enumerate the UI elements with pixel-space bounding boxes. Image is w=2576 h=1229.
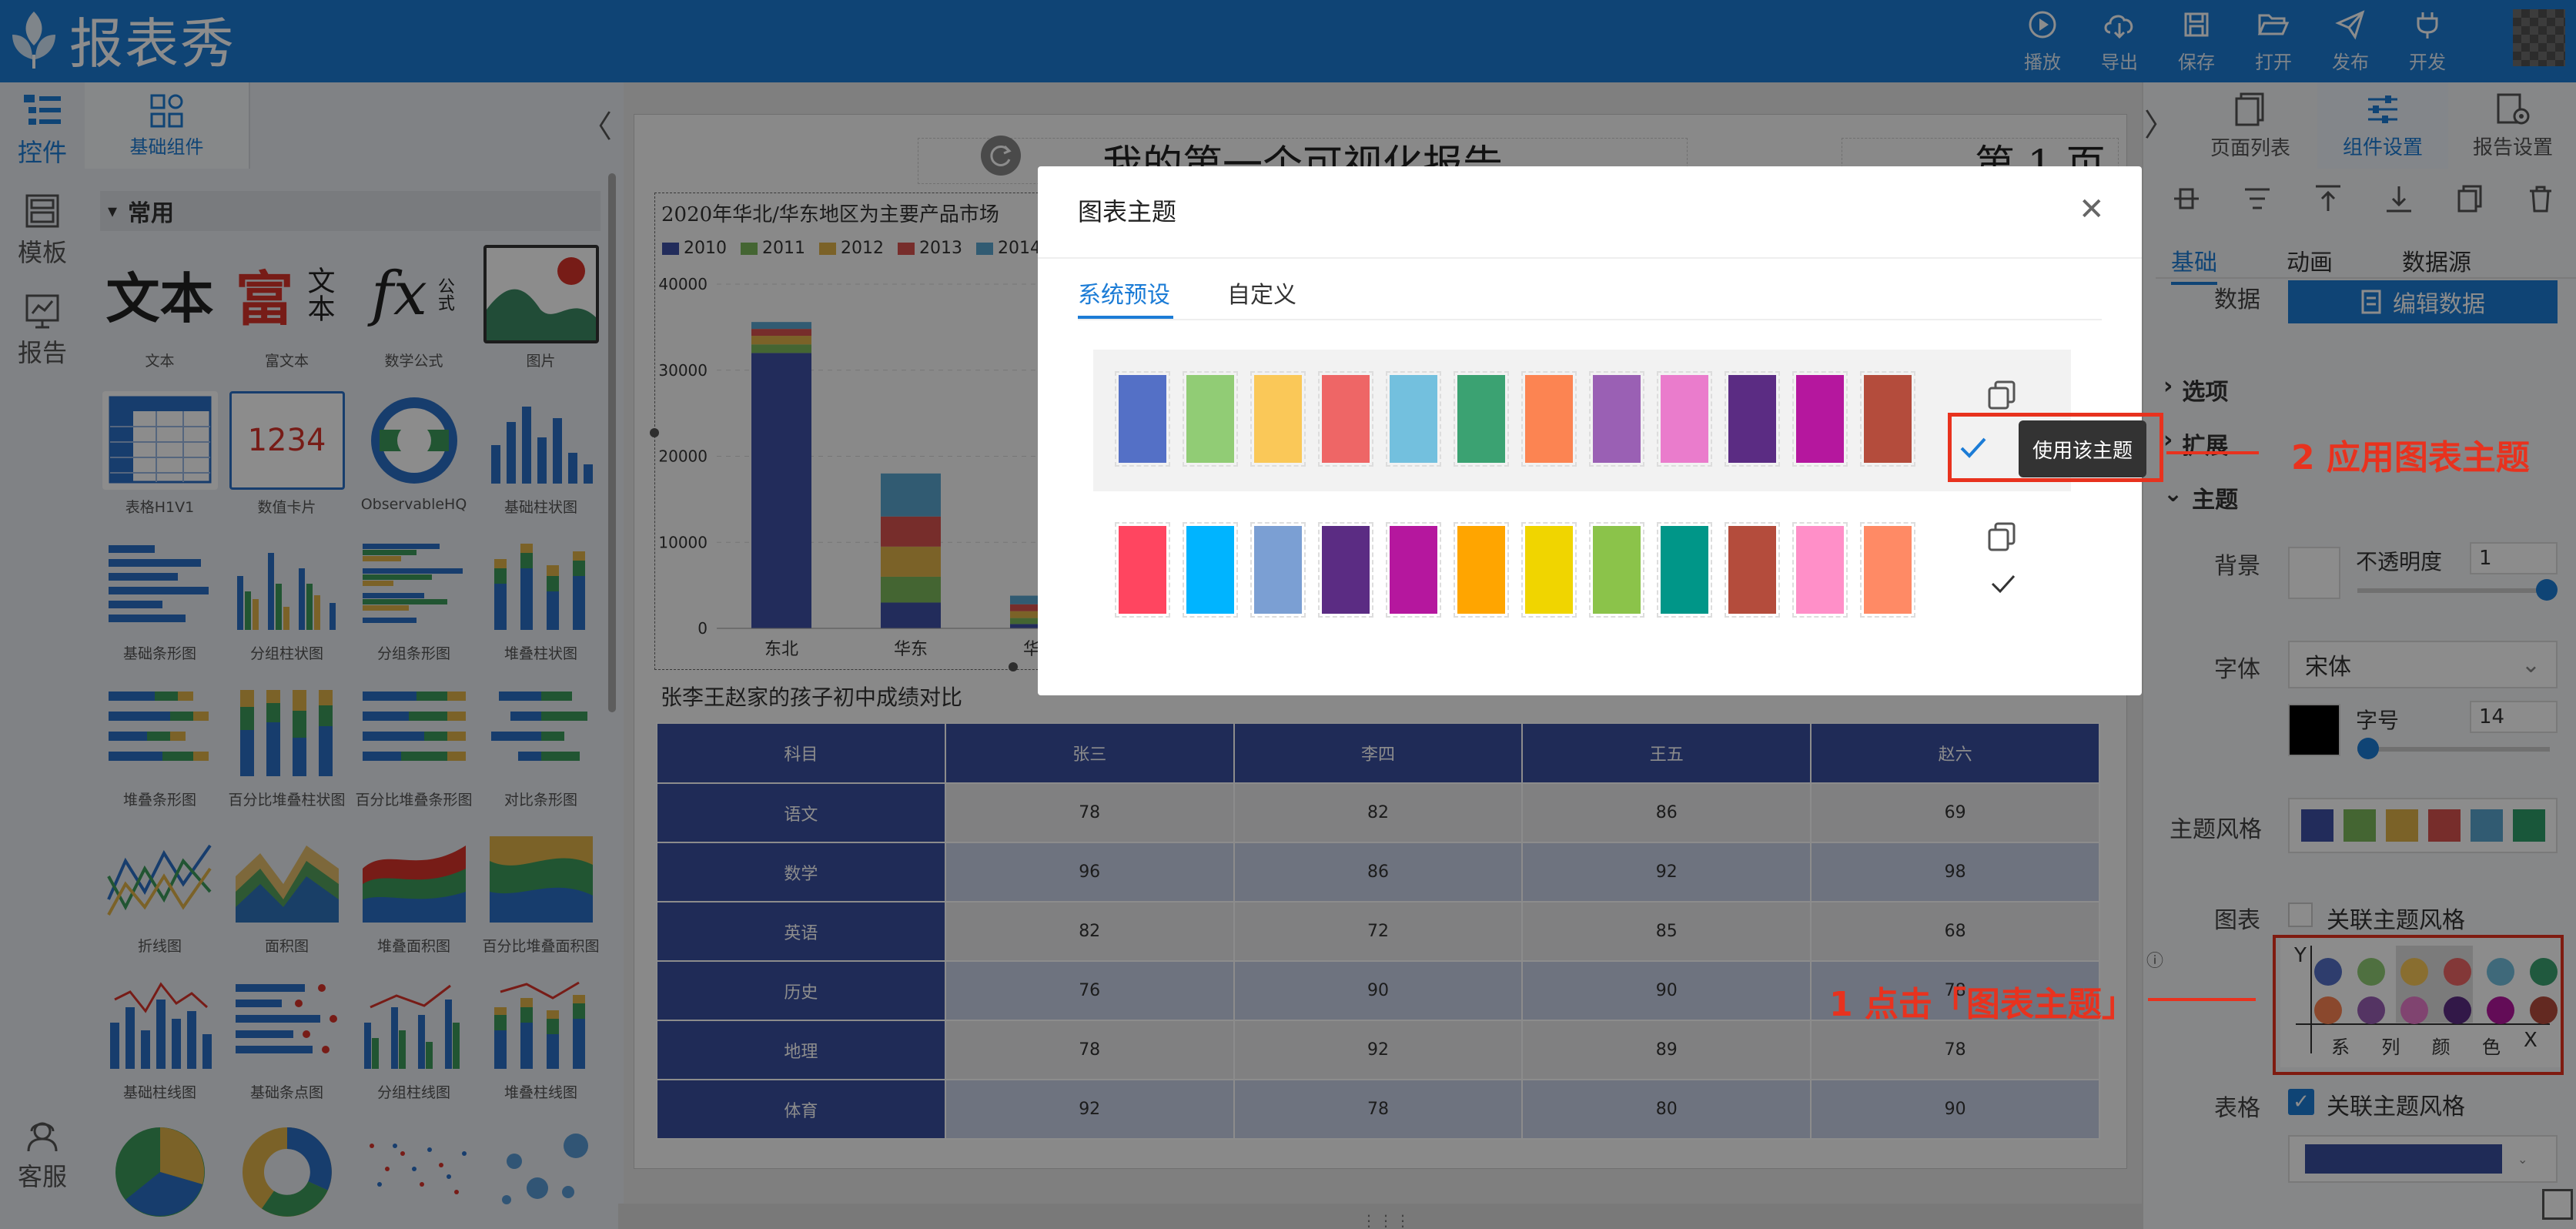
theme-color-swatch: [1657, 522, 1712, 618]
theme-color-swatch: [1183, 371, 1238, 467]
theme-row[interactable]: [1093, 496, 2071, 618]
apply-theme-tooltip: 使用该主题: [2019, 420, 2147, 477]
swatch-fill: [1728, 375, 1776, 463]
swatch-fill: [1864, 526, 1912, 614]
swatch-fill: [1322, 375, 1370, 463]
theme-color-swatch: [1115, 522, 1170, 618]
theme-swatches: [1115, 371, 1923, 471]
swatch-fill: [1661, 526, 1708, 614]
swatch-fill: [1796, 526, 1844, 614]
dialog-title: 图表主题: [1078, 197, 1177, 226]
swatch-fill: [1186, 375, 1234, 463]
swatch-fill: [1728, 526, 1776, 614]
theme-color-swatch: [1657, 371, 1712, 467]
swatch-fill: [1254, 375, 1302, 463]
tooltip-text: 使用该主题: [2032, 439, 2133, 463]
theme-color-swatch: [1521, 371, 1577, 467]
swatch-fill: [1525, 375, 1573, 463]
tab-custom[interactable]: 自定义: [1227, 276, 1296, 310]
swatch-fill: [1322, 526, 1370, 614]
theme-color-swatch: [1725, 522, 1780, 618]
annotation-step1: 1 点击「图表主题」: [1829, 985, 2136, 1024]
theme-color-swatch: [1115, 371, 1170, 467]
annotation-line: [2166, 451, 2259, 454]
swatch-fill: [1525, 526, 1573, 614]
theme-swatches: [1115, 522, 1923, 622]
theme-color-swatch: [1589, 522, 1644, 618]
theme-color-swatch: [1454, 371, 1509, 467]
theme-color-swatch: [1250, 371, 1306, 467]
copy-theme-icon[interactable]: [1985, 521, 2019, 554]
annotation-step2: 2 应用图表主题: [2291, 438, 2530, 477]
swatch-fill: [1186, 526, 1234, 614]
swatch-fill: [1593, 526, 1641, 614]
swatch-fill: [1119, 375, 1166, 463]
swatch-fill: [1254, 526, 1302, 614]
theme-color-swatch: [1318, 371, 1373, 467]
theme-color-swatch: [1792, 522, 1848, 618]
theme-row[interactable]: [1093, 350, 2071, 491]
apply-theme-icon[interactable]: [1955, 430, 1991, 465]
theme-color-swatch: [1792, 371, 1848, 467]
theme-color-swatch: [1318, 522, 1373, 618]
theme-color-swatch: [1860, 522, 1915, 618]
swatch-fill: [1390, 375, 1437, 463]
apply-theme-icon[interactable]: [1988, 568, 2019, 599]
annotation-line: [2148, 998, 2256, 1001]
theme-color-swatch: [1386, 522, 1441, 618]
theme-color-swatch: [1589, 371, 1644, 467]
theme-color-swatch: [1250, 522, 1306, 618]
theme-color-swatch: [1725, 371, 1780, 467]
close-icon[interactable]: ✕: [2079, 194, 2105, 225]
tab-divider: [1078, 319, 2102, 320]
copy-theme-icon[interactable]: [1985, 379, 2019, 413]
theme-color-swatch: [1521, 522, 1577, 618]
swatch-fill: [1864, 375, 1912, 463]
swatch-fill: [1457, 375, 1505, 463]
swatch-fill: [1661, 375, 1708, 463]
theme-color-swatch: [1386, 371, 1441, 467]
swatch-fill: [1796, 375, 1844, 463]
swatch-fill: [1593, 375, 1641, 463]
theme-color-swatch: [1183, 522, 1238, 618]
theme-color-swatch: [1454, 522, 1509, 618]
swatch-fill: [1119, 526, 1166, 614]
tab-system-presets[interactable]: 系统预设: [1078, 276, 1170, 310]
swatch-fill: [1457, 526, 1505, 614]
theme-color-swatch: [1860, 371, 1915, 467]
dialog-divider: [1038, 257, 2142, 259]
swatch-fill: [1390, 526, 1437, 614]
